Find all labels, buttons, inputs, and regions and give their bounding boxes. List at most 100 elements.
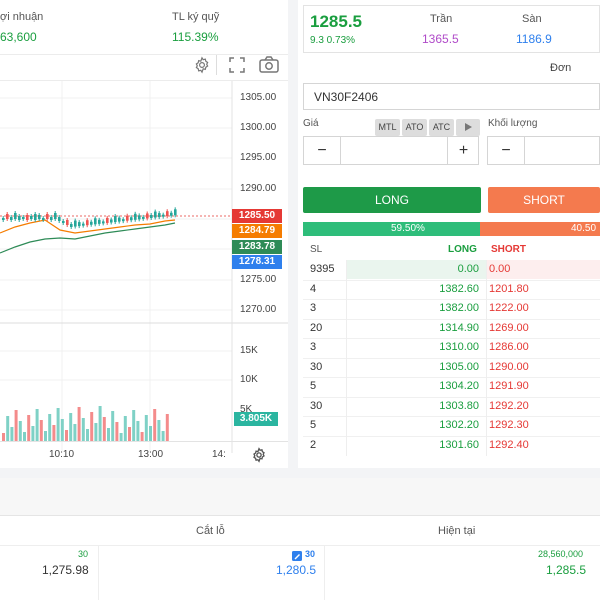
- chart-settings-gear-icon[interactable]: [249, 445, 269, 465]
- orderbook-sl: 3: [310, 302, 317, 314]
- short-ratio-text: 40.50: [571, 223, 597, 234]
- orderbook-long-price[interactable]: 1302.20: [403, 416, 479, 436]
- price-tick: 1275.00: [240, 274, 277, 285]
- orderbook-long-price[interactable]: 1382.00: [403, 299, 479, 319]
- candle-body: [42, 218, 45, 220]
- candle-body: [90, 221, 93, 225]
- volume-bar: [90, 412, 94, 441]
- fullscreen-icon[interactable]: [227, 55, 247, 75]
- orderbook-long-price[interactable]: 1301.60: [403, 436, 479, 456]
- margin-label: TL ký quỹ: [172, 11, 220, 23]
- orderbook-long-price[interactable]: 1305.00: [403, 358, 479, 378]
- positions-tabbar: [0, 478, 600, 515]
- volume-bar: [111, 411, 115, 441]
- short-button[interactable]: SHORT: [488, 187, 600, 213]
- candle-body: [106, 217, 109, 223]
- orderbook-long-price[interactable]: 1310.00: [403, 338, 479, 358]
- long-short-ratio-bar: 59.50% 40.50: [303, 222, 600, 236]
- candle-body: [150, 215, 153, 218]
- volume-bar: [165, 414, 169, 441]
- atc-chip[interactable]: ATC: [429, 119, 454, 136]
- candle-body: [54, 213, 57, 219]
- candle-body: [66, 220, 69, 225]
- volume-bar: [144, 415, 148, 441]
- candle-body: [38, 215, 41, 219]
- price-minus-button[interactable]: −: [304, 137, 341, 164]
- order-panel: 1285.5 9.3 0.73% Trần 1365.5 Sàn 1186.9 …: [298, 0, 600, 468]
- orderbook-long-price[interactable]: 0.00: [403, 260, 479, 280]
- quantity-minus-button[interactable]: −: [488, 137, 525, 164]
- orderbook-short-price[interactable]: 1201.80: [489, 280, 549, 300]
- row-divider: [303, 299, 600, 300]
- candle-body: [98, 219, 101, 224]
- volume-bar: [65, 430, 68, 441]
- orderbook-long-price[interactable]: 1314.90: [403, 319, 479, 339]
- volume-bar: [86, 429, 89, 441]
- orderbook-short-price[interactable]: 1291.90: [489, 377, 549, 397]
- volume-bar: [39, 420, 43, 441]
- orderbook-long-price[interactable]: 1303.80: [403, 397, 479, 417]
- volume-bar: [2, 433, 5, 441]
- column-divider: [486, 260, 487, 456]
- header-short: SHORT: [491, 244, 526, 255]
- volume-bar: [35, 409, 39, 441]
- header-sl: SL: [310, 244, 323, 255]
- play-icon[interactable]: [456, 119, 480, 136]
- candle-body: [110, 219, 113, 223]
- candle-body: [82, 223, 85, 226]
- candle-body: [46, 214, 49, 219]
- long-button[interactable]: LONG: [303, 187, 481, 213]
- candle-body: [58, 217, 61, 221]
- ceiling-label: Trần: [430, 13, 453, 25]
- orderbook-short-price[interactable]: 1292.40: [489, 436, 549, 456]
- orderbook-long-price[interactable]: 1304.20: [403, 377, 479, 397]
- orderbook-short-price[interactable]: 1292.30: [489, 416, 549, 436]
- candle-body: [158, 213, 161, 218]
- candle-body: [142, 216, 145, 219]
- volume-bar: [73, 424, 77, 441]
- quantity-input[interactable]: [525, 137, 600, 164]
- long-ratio-text: 59.50%: [391, 223, 425, 234]
- orderbook-short-price[interactable]: 0.00: [489, 260, 549, 280]
- row-divider: [303, 416, 600, 417]
- pos-qty: 30: [78, 549, 89, 559]
- ceiling-value: 1365.5: [422, 32, 459, 46]
- volume-bar: [149, 426, 152, 441]
- settings-gear-icon[interactable]: [192, 55, 212, 75]
- candle-body: [130, 217, 133, 221]
- orderbook-table: 9395 0.00 0.00 4 1382.60 1201.80 3 1382.00 1222.…: [303, 260, 600, 456]
- candle-body: [50, 217, 53, 220]
- volume-bar: [23, 432, 26, 441]
- current-price: 1,285.5: [546, 563, 587, 577]
- candle-body: [14, 213, 17, 219]
- volume-bar: [56, 408, 60, 441]
- orderbook-short-price[interactable]: 1269.00: [489, 319, 549, 339]
- orderbook-short-price[interactable]: 1222.00: [489, 299, 549, 319]
- orderbook-sl: 5: [310, 380, 317, 392]
- candle-body: [166, 211, 169, 217]
- candle-body: [174, 209, 177, 216]
- orderbook-short-price[interactable]: 1286.00: [489, 338, 549, 358]
- row-divider: [303, 357, 600, 359]
- volume-bar: [18, 421, 22, 441]
- price-plus-button[interactable]: +: [447, 137, 479, 164]
- candle-body: [6, 214, 9, 219]
- row-divider: [303, 338, 600, 339]
- ato-chip[interactable]: ATO: [402, 119, 427, 136]
- price-input[interactable]: [341, 137, 447, 164]
- symbol-value: VN30F2406: [314, 90, 379, 104]
- orderbook-short-price[interactable]: 1292.20: [489, 397, 549, 417]
- symbol-field[interactable]: VN30F2406: [303, 83, 600, 110]
- candle-body: [102, 221, 105, 224]
- camera-icon[interactable]: [259, 55, 279, 75]
- volume-bar: [14, 410, 18, 441]
- mtl-chip[interactable]: MTL: [375, 119, 400, 136]
- candle-body: [22, 217, 25, 219]
- candle-body: [74, 220, 77, 227]
- time-axis-line: [0, 441, 288, 442]
- header-long: LONG: [448, 244, 477, 255]
- stop-loss-price[interactable]: 1,280.5: [276, 563, 316, 577]
- orderbook-short-price[interactable]: 1290.00: [489, 358, 549, 378]
- orderbook-long-price[interactable]: 1382.60: [403, 280, 479, 300]
- divider: [324, 545, 325, 600]
